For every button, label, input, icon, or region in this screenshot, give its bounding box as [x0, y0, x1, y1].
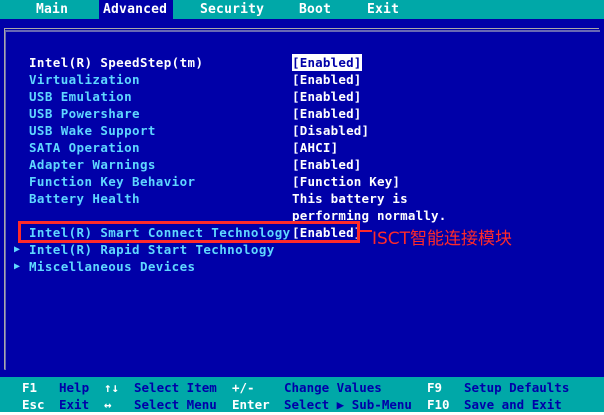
key-f1-desc: Help: [59, 380, 90, 395]
setting-label: USB Emulation: [29, 89, 133, 104]
annotation-highlight-box: [18, 221, 360, 243]
key-enter: Enter: [232, 397, 270, 412]
tab-advanced[interactable]: Advanced: [99, 0, 173, 19]
setting-row-virtualization[interactable]: Virtualization [Enabled]: [0, 71, 604, 88]
setting-label: Intel(R) SpeedStep(tm): [29, 55, 204, 70]
tab-exit[interactable]: Exit: [367, 0, 399, 19]
submenu-label: Intel(R) Rapid Start Technology: [29, 242, 275, 257]
setting-row-battery-health: Battery Health This battery is: [0, 190, 604, 207]
key-leftright: ↔: [104, 397, 112, 412]
submenu-misc-devices[interactable]: ▶ Miscellaneous Devices: [0, 258, 604, 275]
setting-row-function-key[interactable]: Function Key Behavior [Function Key]: [0, 173, 604, 190]
key-updown-desc: Select Item: [134, 380, 217, 395]
status-bar: F1 Help ↑↓ Select Item +/- Change Values…: [0, 377, 604, 415]
submenu-label: Miscellaneous Devices: [29, 259, 196, 274]
key-f1: F1: [22, 380, 38, 395]
key-leftright-desc: Select Menu: [134, 397, 217, 412]
setting-label: Function Key Behavior: [29, 174, 196, 189]
tab-security[interactable]: Security: [200, 0, 264, 19]
setting-label: Virtualization: [29, 72, 140, 87]
tab-boot[interactable]: Boot: [299, 0, 331, 19]
setting-value[interactable]: [Disabled]: [292, 122, 369, 139]
key-f9-desc: Setup Defaults: [464, 380, 570, 395]
key-plusminus-desc: Change Values: [284, 380, 382, 395]
setting-value[interactable]: [Enabled]: [292, 54, 362, 71]
key-esc: Esc: [22, 397, 45, 412]
setting-value[interactable]: [Function Key]: [292, 173, 400, 190]
key-f10: F10: [427, 397, 450, 412]
setting-row-sata[interactable]: SATA Operation [AHCI]: [0, 139, 604, 156]
setting-value[interactable]: [Enabled]: [292, 71, 362, 88]
key-updown: ↑↓: [104, 380, 120, 395]
setting-label: USB Powershare: [29, 106, 140, 121]
setting-row-usb-powershare[interactable]: USB Powershare [Enabled]: [0, 105, 604, 122]
setting-label: Adapter Warnings: [29, 157, 156, 172]
setting-value: This battery is: [292, 191, 408, 206]
setting-row-speedstep[interactable]: Intel(R) SpeedStep(tm) [Enabled]: [0, 54, 604, 71]
setting-label: USB Wake Support: [29, 123, 156, 138]
setting-value[interactable]: [Enabled]: [292, 156, 362, 173]
tab-main[interactable]: Main: [36, 0, 68, 19]
setting-row-usb-wake[interactable]: USB Wake Support [Disabled]: [0, 122, 604, 139]
setting-value[interactable]: [AHCI]: [292, 139, 338, 156]
submenu-arrow-icon: ▶: [14, 244, 21, 255]
menu-bar: Main Advanced Security Boot Exit: [0, 0, 604, 19]
submenu-arrow-icon: ▶: [14, 261, 21, 272]
setting-label: SATA Operation: [29, 140, 140, 155]
bios-screen: Main Advanced Security Boot Exit Intel(R…: [0, 0, 604, 415]
key-esc-desc: Exit: [59, 397, 90, 412]
setting-row-adapter-warnings[interactable]: Adapter Warnings [Enabled]: [0, 156, 604, 173]
key-plusminus: +/-: [232, 380, 255, 395]
annotation-connector: [358, 230, 372, 232]
submenu-rapid-start[interactable]: ▶ Intel(R) Rapid Start Technology: [0, 241, 604, 258]
setting-label: Battery Health: [29, 191, 140, 206]
annotation-label: ISCT智能连接模块: [372, 229, 513, 249]
setting-value[interactable]: [Enabled]: [292, 105, 362, 122]
key-f10-desc: Save and Exit: [464, 397, 562, 412]
setting-row-usb-emulation[interactable]: USB Emulation [Enabled]: [0, 88, 604, 105]
key-f9: F9: [427, 380, 443, 395]
setting-value[interactable]: [Enabled]: [292, 88, 362, 105]
key-enter-desc: Select ▶ Sub-Menu: [284, 397, 412, 412]
